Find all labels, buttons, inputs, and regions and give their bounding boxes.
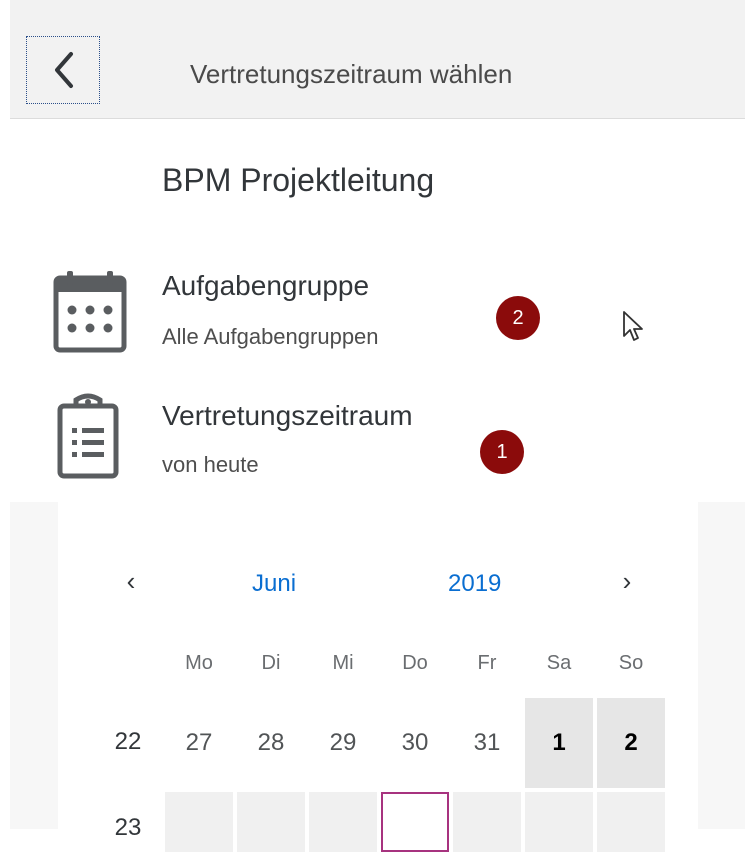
- chevron-right-icon: ›: [622, 566, 632, 596]
- calendar-day[interactable]: 1: [525, 698, 593, 788]
- calendar-day-today[interactable]: [381, 792, 449, 852]
- weekday-label: Sa: [546, 652, 572, 674]
- calendar-day[interactable]: 2: [597, 698, 665, 788]
- weekday-label: Di: [261, 652, 281, 674]
- month-button[interactable]: Juni: [252, 570, 296, 598]
- calendar-day[interactable]: [165, 792, 233, 852]
- item-subtitle: von heute: [162, 452, 259, 477]
- calendar-day[interactable]: [309, 792, 377, 852]
- calendar-day[interactable]: 30: [381, 698, 449, 788]
- chevron-left-icon: ‹: [126, 566, 136, 596]
- section-title: BPM Projektleitung: [162, 162, 435, 198]
- next-month-button[interactable]: ›: [612, 566, 642, 597]
- weekday-label: Mo: [185, 652, 213, 674]
- weekday-label: Fr: [477, 652, 497, 674]
- calendar-day[interactable]: 28: [237, 698, 305, 788]
- weekday-label: Mi: [332, 652, 354, 674]
- calendar-day[interactable]: [237, 792, 305, 852]
- item-title: Aufgabengruppe: [162, 270, 370, 301]
- calendar-day[interactable]: 31: [453, 698, 521, 788]
- step-badge: 2: [496, 296, 540, 340]
- calendar-day[interactable]: [597, 792, 665, 852]
- week-number: 23: [114, 814, 142, 841]
- calendar-day[interactable]: 29: [309, 698, 377, 788]
- calendar-day[interactable]: 27: [165, 698, 233, 788]
- chevron-left-icon: [55, 52, 73, 88]
- calendar-day[interactable]: [525, 792, 593, 852]
- weekday-label: Do: [402, 652, 428, 674]
- clipboard-list-icon: [57, 393, 119, 479]
- calendar-icon: [53, 271, 127, 353]
- item-subtitle: Alle Aufgabengruppen: [162, 324, 379, 349]
- page-title: Vertretungszeitraum wählen: [190, 59, 513, 89]
- item-title: Vertretungszeitraum: [162, 400, 413, 431]
- page-header: Vertretungszeitraum wählen: [10, 0, 745, 119]
- back-button[interactable]: [26, 36, 100, 104]
- previous-month-button[interactable]: ‹: [116, 566, 146, 597]
- weekday-label: So: [618, 652, 644, 674]
- year-button[interactable]: 2019: [448, 570, 501, 598]
- calendar-day[interactable]: [453, 792, 521, 852]
- week-number: 22: [114, 728, 142, 755]
- step-badge: 1: [480, 430, 524, 474]
- mouse-cursor-icon: [623, 311, 643, 341]
